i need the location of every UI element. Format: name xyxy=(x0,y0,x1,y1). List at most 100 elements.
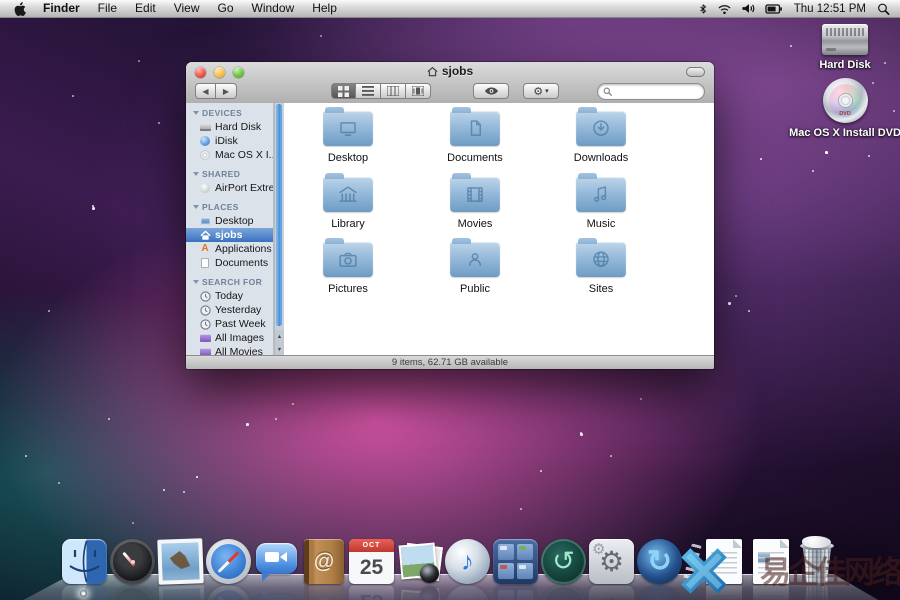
gear-icon: ⚙ xyxy=(533,85,543,98)
sidebar-item-documents[interactable]: Documents xyxy=(186,256,273,270)
menu-view[interactable]: View xyxy=(165,0,209,17)
forward-button[interactable]: ▶ xyxy=(216,83,237,99)
search-field[interactable] xyxy=(597,83,705,100)
documents-folder-icon xyxy=(450,111,500,146)
dock-item-time-machine[interactable]: ↺ xyxy=(541,539,586,584)
volume-icon[interactable] xyxy=(741,2,756,15)
dock-item-mail[interactable] xyxy=(157,538,204,585)
wifi-icon[interactable] xyxy=(717,2,732,15)
sidebar-scrollbar[interactable]: ▲ ▼ xyxy=(274,103,284,356)
battery-icon[interactable] xyxy=(765,3,783,15)
back-button[interactable]: ◀ xyxy=(195,83,216,99)
folder-public[interactable]: Public xyxy=(415,242,535,295)
sidebar-item-airport-extreme[interactable]: AirPort Extreme xyxy=(186,181,273,195)
sidebar-item-label: Today xyxy=(215,290,243,302)
home-proxy-icon[interactable] xyxy=(427,66,438,77)
search-icon xyxy=(603,87,612,96)
folder-library[interactable]: Library xyxy=(288,177,408,230)
menu-edit[interactable]: Edit xyxy=(126,0,165,17)
video-camera-icon xyxy=(265,552,279,562)
scrollbar-arrows: ▲ ▼ xyxy=(275,330,284,356)
menu-window[interactable]: Window xyxy=(243,0,304,17)
scrollbar-thumb[interactable] xyxy=(276,104,282,326)
chat-bubble-tail xyxy=(262,573,271,582)
menu-help[interactable]: Help xyxy=(303,0,346,17)
column-view-button[interactable] xyxy=(381,83,406,99)
time-machine-arrow-icon: ↺ xyxy=(552,546,575,577)
video-camera-lens xyxy=(280,552,287,562)
dock-item-ichat[interactable] xyxy=(254,539,299,584)
status-bar: 9 items, 62.71 GB available xyxy=(186,355,714,369)
sidebar-item-hard-disk[interactable]: Hard Disk xyxy=(186,120,273,134)
dock-item-itunes[interactable]: ♪ xyxy=(445,539,490,584)
icon-view-button[interactable] xyxy=(331,83,356,99)
folder-desktop[interactable]: Desktop xyxy=(288,111,408,164)
dock-item-trash[interactable] xyxy=(798,540,836,584)
dock-item-ical[interactable]: OCT 25 xyxy=(349,539,394,584)
dock-item-spaces[interactable] xyxy=(493,539,538,584)
sidebar-item-past-week[interactable]: Past Week xyxy=(186,317,273,331)
menu-bar-clock[interactable]: Thu 12:51 PM xyxy=(792,3,868,15)
trash-can-icon xyxy=(800,545,834,583)
sidebar-item-today[interactable]: Today xyxy=(186,289,273,303)
sidebar-item-yesterday[interactable]: Yesterday xyxy=(186,303,273,317)
coverflow-view-button[interactable] xyxy=(406,83,431,99)
desktop-icon-hard-disk[interactable]: Hard Disk xyxy=(760,24,900,71)
document-thumbnail xyxy=(758,553,770,563)
sidebar-item-label: Desktop xyxy=(215,215,254,227)
search-input[interactable] xyxy=(615,85,699,98)
menu-go[interactable]: Go xyxy=(209,0,243,17)
action-button[interactable]: ⚙▾ xyxy=(523,83,559,99)
scroll-down-arrow[interactable]: ▼ xyxy=(277,347,282,353)
folder-label: Desktop xyxy=(288,152,408,164)
folder-music[interactable]: Music xyxy=(541,177,661,230)
folder-movies[interactable]: Movies xyxy=(415,177,535,230)
menu-bar: Finder File Edit View Go Window Help Thu… xyxy=(0,0,900,18)
desktop-icon-install-dvd[interactable]: DVD Mac OS X Install DVD xyxy=(760,78,900,139)
small-gear-icon: ⚙ xyxy=(592,540,605,558)
sidebar-item-install-dvd[interactable]: Mac OS X I... xyxy=(186,148,273,162)
folder-pictures[interactable]: Pictures xyxy=(288,242,408,295)
scroll-up-arrow[interactable]: ▲ xyxy=(277,334,282,340)
sidebar-item-all-images[interactable]: All Images xyxy=(186,331,273,345)
sidebar-section-shared[interactable]: SHARED xyxy=(186,167,273,181)
dock-item-documents-stack[interactable] xyxy=(706,539,742,584)
spotlight-icon[interactable] xyxy=(877,2,890,16)
bluetooth-icon[interactable] xyxy=(698,2,708,16)
menu-finder[interactable]: Finder xyxy=(34,0,89,17)
sidebar-item-desktop[interactable]: Desktop xyxy=(186,214,273,228)
minimize-button[interactable] xyxy=(214,67,225,78)
apple-logo-icon xyxy=(14,2,26,16)
dock-item-address-book[interactable]: @ xyxy=(304,539,344,584)
calendar-day: 25 xyxy=(349,552,394,584)
dock-item-safari[interactable] xyxy=(206,539,251,584)
toolbar: ◀ ▶ xyxy=(186,79,714,103)
sidebar-section-places[interactable]: PLACES xyxy=(186,200,273,214)
folder-sites[interactable]: Sites xyxy=(541,242,661,295)
sidebar-item-sjobs[interactable]: sjobs xyxy=(186,228,273,242)
quick-look-button[interactable] xyxy=(473,83,509,99)
folder-downloads[interactable]: Downloads xyxy=(541,111,661,164)
dock-item-iphoto[interactable] xyxy=(397,539,442,584)
close-button[interactable] xyxy=(195,67,206,78)
zoom-button[interactable] xyxy=(233,67,244,78)
dock-item-software-update[interactable]: ↻ xyxy=(637,539,682,584)
sidebar-item-applications[interactable]: AApplications xyxy=(186,242,273,256)
list-view-button[interactable] xyxy=(356,83,381,99)
folder-documents[interactable]: Documents xyxy=(415,111,535,164)
coverflow-view-icon xyxy=(412,86,424,96)
dvd-disc-text: DVD xyxy=(823,111,868,117)
dock-item-dashboard[interactable] xyxy=(110,539,155,584)
folder-contents[interactable]: Desktop Documents Downloads Library Movi… xyxy=(284,103,714,356)
toolbar-toggle-button[interactable] xyxy=(686,67,705,77)
dock-item-system-preferences[interactable]: ⚙⚙ xyxy=(589,539,634,584)
dock: @ OCT 25 ♪ ↺ ⚙⚙ ↻ xyxy=(62,539,838,584)
apple-menu[interactable] xyxy=(6,2,34,16)
dock-item-downloads-stack[interactable] xyxy=(753,539,789,584)
menu-file[interactable]: File xyxy=(89,0,126,17)
dock-item-finder[interactable] xyxy=(62,539,107,584)
sidebar-section-devices[interactable]: DEVICES xyxy=(186,106,273,120)
sidebar-item-idisk[interactable]: iDisk xyxy=(186,134,273,148)
sidebar-section-search-for[interactable]: SEARCH FOR xyxy=(186,275,273,289)
window-chrome[interactable]: sjobs ◀ ▶ xyxy=(186,62,714,104)
